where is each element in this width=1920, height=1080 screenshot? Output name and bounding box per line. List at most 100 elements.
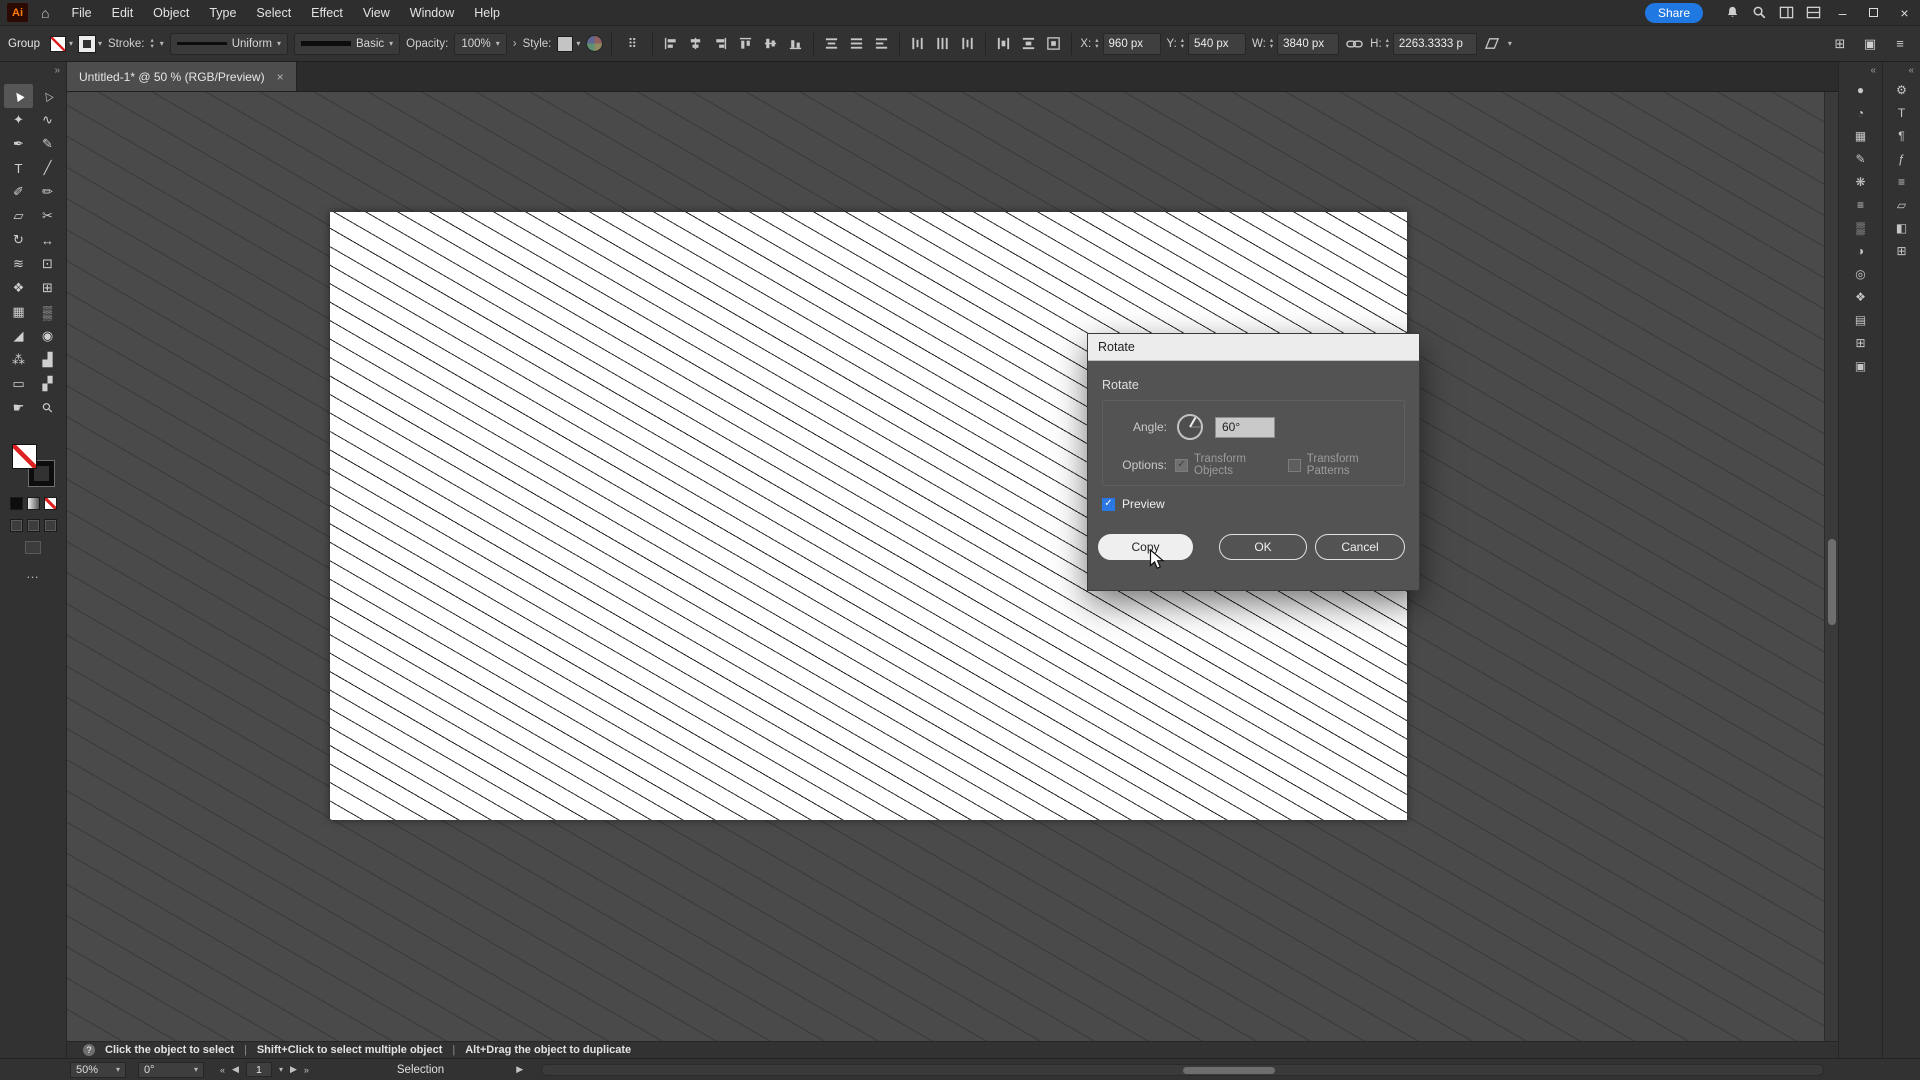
menu-item-file[interactable]: File (61, 0, 101, 26)
w-input[interactable]: 3840 px (1277, 33, 1339, 55)
illustrator-logo[interactable]: Ai (7, 3, 28, 22)
panel-pathfinder[interactable]: ◧ (1883, 216, 1920, 239)
recolor-artwork-icon[interactable] (586, 35, 603, 52)
link-width-height-icon[interactable] (1345, 32, 1364, 56)
opacity-dropdown[interactable]: 100% ▾ (454, 33, 506, 55)
gradient-mode-button[interactable] (27, 497, 40, 510)
fill-proxy-swatch[interactable] (12, 444, 37, 469)
panel-graphic-styles[interactable]: ❖ (1839, 285, 1882, 308)
panel-transparency[interactable]: ◑ (1839, 239, 1882, 262)
distribute-right-icon[interactable] (958, 32, 977, 56)
panel-color[interactable]: ● (1839, 78, 1882, 101)
tool-paintbrush[interactable]: ✐ (4, 180, 33, 204)
shear-icon[interactable] (1483, 32, 1502, 56)
align-left-icon[interactable] (661, 32, 680, 56)
distribute-spacing-vertical-icon[interactable] (994, 32, 1013, 56)
status-play-icon[interactable]: ▶ (516, 1064, 523, 1075)
x-input[interactable]: 960 px (1103, 33, 1161, 55)
dock-panel-icon[interactable]: ▣ (1858, 36, 1882, 52)
tool-magic-wand[interactable]: ✦ (4, 108, 33, 132)
align-top-icon[interactable] (736, 32, 755, 56)
copy-button[interactable]: Copy (1098, 534, 1193, 560)
document-tab[interactable]: Untitled-1* @ 50 % (RGB/Preview) × (67, 62, 297, 91)
search-icon[interactable] (1746, 0, 1773, 26)
angle-dial[interactable] (1175, 412, 1205, 442)
artboard-number-field[interactable]: 1 (246, 1062, 272, 1077)
transform-objects-checkbox[interactable]: ✓ (1175, 459, 1188, 472)
tool-artboard[interactable]: ▭ (4, 372, 33, 396)
last-artboard-icon[interactable]: » (304, 1065, 309, 1075)
panel-transform[interactable]: ▱ (1883, 193, 1920, 216)
preview-checkbox[interactable]: ✓ (1102, 498, 1115, 511)
next-artboard-icon[interactable]: ▶ (290, 1064, 297, 1075)
tool-shape-builder[interactable]: ❖ (4, 276, 33, 300)
dialog-titlebar[interactable]: Rotate (1088, 334, 1419, 361)
tool-lasso[interactable]: ∿ (33, 108, 62, 132)
menu-item-object[interactable]: Object (143, 0, 199, 26)
close-button[interactable]: × (1889, 0, 1920, 26)
tool-blend[interactable]: ◉ (33, 324, 62, 348)
panel-appearance[interactable]: ◎ (1839, 262, 1882, 285)
distribute-bottom-icon[interactable] (872, 32, 891, 56)
toolbar-collapse[interactable]: » (0, 62, 66, 78)
align-to-selection-icon[interactable] (1044, 32, 1063, 56)
panel-dock-collapse[interactable]: « (1839, 62, 1882, 78)
menu-item-select[interactable]: Select (246, 0, 301, 26)
tool-gradient[interactable]: ▒ (33, 300, 62, 324)
panel-swatches[interactable]: ▦ (1839, 124, 1882, 147)
panel-symbols[interactable]: ❋ (1839, 170, 1882, 193)
panel-gradient[interactable]: ▒ (1839, 216, 1882, 239)
angle-input[interactable]: 60° (1215, 417, 1275, 438)
first-artboard-icon[interactable]: « (220, 1065, 225, 1075)
transform-patterns-checkbox[interactable] (1288, 459, 1301, 472)
tool-width[interactable]: ≋ (4, 252, 33, 276)
prev-artboard-icon[interactable]: ◀ (232, 1064, 239, 1075)
distribute-top-icon[interactable] (822, 32, 841, 56)
distribute-horizontal-center-icon[interactable] (933, 32, 952, 56)
canvas-rotation-dropdown[interactable]: 0° ▾ (138, 1062, 204, 1078)
graphic-style-dropdown[interactable]: ▾ (557, 36, 580, 52)
align-bottom-icon[interactable] (786, 32, 805, 56)
tool-slice[interactable]: ▞ (33, 372, 62, 396)
tool-mesh[interactable]: ▦ (4, 300, 33, 324)
tool-column-graph[interactable]: ▟ (33, 348, 62, 372)
distribute-left-icon[interactable] (908, 32, 927, 56)
panel-character[interactable]: T (1883, 101, 1920, 124)
panel-asset-export[interactable]: ▣ (1839, 354, 1882, 377)
panel-color-guide[interactable]: ◔ (1839, 101, 1882, 124)
align-vertical-center-icon[interactable] (761, 32, 780, 56)
tool-free-transform[interactable]: ⊡ (33, 252, 62, 276)
panel-menu-icon[interactable]: ≡ (1888, 36, 1912, 51)
toolbar-more-icon[interactable]: … (26, 566, 40, 581)
tool-rotate[interactable]: ↻ (4, 228, 33, 252)
panel-paragraph[interactable]: ¶ (1883, 124, 1920, 147)
menu-item-edit[interactable]: Edit (102, 0, 144, 26)
menu-item-window[interactable]: Window (400, 0, 464, 26)
tool-pen[interactable]: ✒ (4, 132, 33, 156)
tool-eraser[interactable]: ▱ (4, 204, 33, 228)
minimize-button[interactable]: – (1827, 0, 1858, 26)
ok-button[interactable]: OK (1219, 534, 1307, 560)
panel-opentype[interactable]: ƒ (1883, 147, 1920, 170)
menu-item-effect[interactable]: Effect (301, 0, 353, 26)
align-horizontal-center-icon[interactable] (686, 32, 705, 56)
screen-mode-button[interactable] (25, 541, 41, 554)
tool-direct-selection[interactable]: ▷ (33, 84, 62, 108)
tool-symbol-sprayer[interactable]: ⁂ (4, 348, 33, 372)
menu-item-type[interactable]: Type (199, 0, 246, 26)
stroke-weight-stepper[interactable]: ▴ ▾ (150, 38, 153, 50)
tool-line-segment[interactable]: ╱ (33, 156, 62, 180)
draw-inside-button[interactable] (44, 519, 57, 532)
panel-align[interactable]: ≡ (1883, 170, 1920, 193)
canvas[interactable]: Rotate Rotate Angle: 60° (67, 92, 1824, 1041)
horizontal-scrollbar[interactable] (541, 1064, 1824, 1076)
fill-stroke-indicator[interactable] (10, 442, 56, 488)
draw-behind-button[interactable] (27, 519, 40, 532)
panel-stroke[interactable]: ≡ (1839, 193, 1882, 216)
tool-perspective-grid[interactable]: ⊞ (33, 276, 62, 300)
x-stepper[interactable]: ▴ ▾ (1095, 38, 1098, 50)
tool-eyedropper[interactable]: ◢ (4, 324, 33, 348)
tool-selection[interactable]: ▶ (4, 84, 33, 108)
width-profile-dropdown[interactable]: Uniform ▾ (170, 33, 288, 55)
brush-definition-dropdown[interactable]: Basic ▾ (294, 33, 400, 55)
